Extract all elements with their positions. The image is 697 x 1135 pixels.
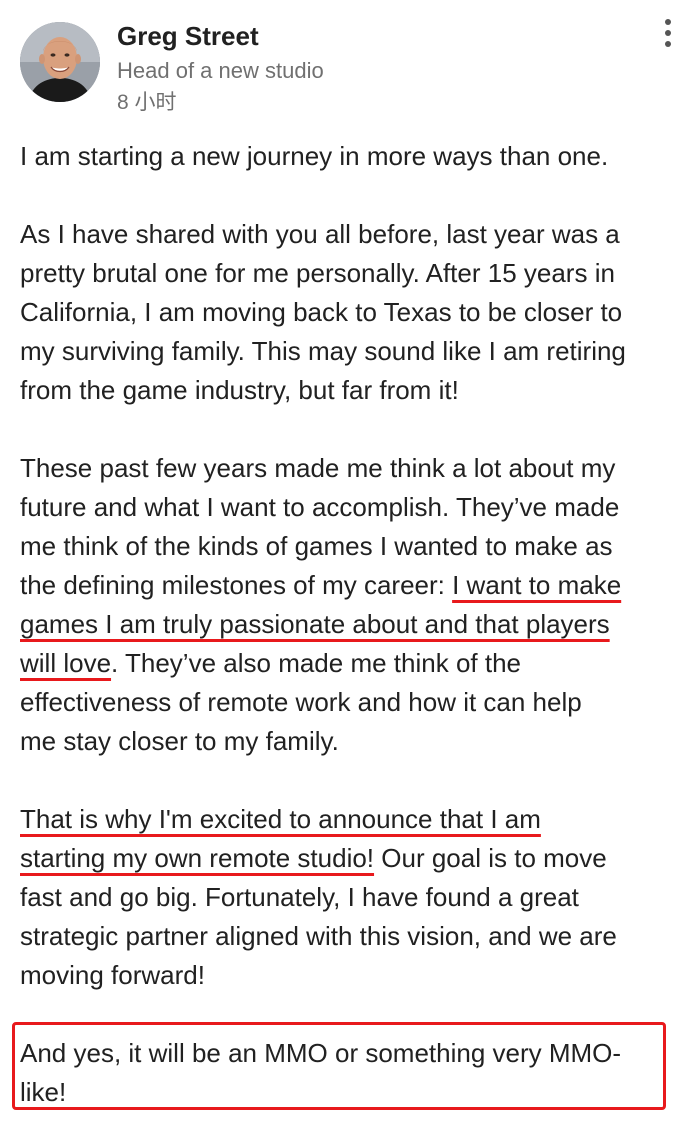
underlined-text: games I am truly passionate about and th… [20, 609, 610, 639]
menu-dot [665, 30, 671, 36]
post-text: the defining milestones of my career: [20, 570, 453, 600]
underlined-text: I want to make [452, 570, 622, 600]
post-line: me think of the kinds of games I wanted … [20, 531, 613, 561]
author-headline: Head of a new studio [117, 58, 324, 83]
menu-dot [665, 41, 671, 47]
post-line: the defining milestones of my career: I … [20, 566, 680, 605]
author-name[interactable]: Greg Street [117, 20, 259, 52]
post-line: my surviving family. This may sound like… [20, 336, 626, 366]
underlined-text: That is why I'm excited to announce that… [20, 804, 541, 834]
author-avatar[interactable] [20, 22, 100, 102]
highlight-box [12, 1022, 666, 1110]
post-line: starting my own remote studio! Our goal … [20, 839, 680, 878]
post-line: me stay closer to my family. [20, 726, 339, 756]
post-line: will love. They’ve also made me think of… [20, 644, 680, 683]
post-line: games I am truly passionate about and th… [20, 605, 680, 644]
post-line: strategic partner aligned with this visi… [20, 921, 617, 951]
more-vertical-icon[interactable] [654, 16, 682, 50]
post-line: fast and go big. Fortunately, I have fou… [20, 882, 579, 912]
post-line: effectiveness of remote work and how it … [20, 687, 582, 717]
post-line: from the game industry, but far from it! [20, 375, 459, 405]
underlined-text: will love [20, 648, 112, 678]
post-line: pretty brutal one for me personally. Aft… [20, 258, 615, 288]
post-body: I am starting a new journey in more ways… [20, 137, 680, 1112]
post-line: California, I am moving back to Texas to… [20, 297, 623, 327]
underlined-text: starting my own remote studio! [20, 843, 375, 873]
menu-dot [665, 19, 671, 25]
post-line: These past few years made me think a lot… [20, 453, 616, 483]
post-line: As I have shared with you all before, la… [20, 219, 620, 249]
post-line: I am starting a new journey in more ways… [20, 141, 609, 171]
post-line: That is why I'm excited to announce that… [20, 800, 680, 839]
avatar-photo [20, 22, 100, 102]
post-text: . They’ve also made me think of the [111, 648, 521, 678]
post-timestamp: 8 小时 [117, 91, 177, 114]
post-header: Greg Street Head of a new studio 8 小时 [0, 0, 697, 130]
post-text: Our goal is to move [374, 843, 607, 873]
post-line: moving forward! [20, 960, 205, 990]
post-line: future and what I want to accomplish. Th… [20, 492, 620, 522]
